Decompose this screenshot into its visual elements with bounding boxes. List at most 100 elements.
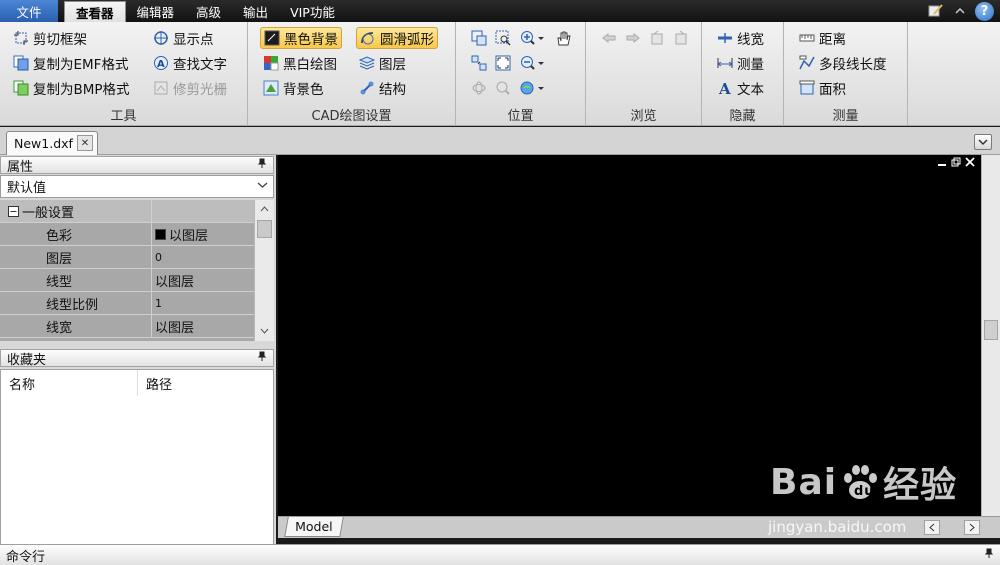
menu-tab-vip[interactable]: VIP功能 <box>279 0 346 22</box>
menu-tab-editor[interactable]: 编辑器 <box>126 0 186 22</box>
area-button[interactable]: 面积 <box>796 77 849 99</box>
scroll-up-icon[interactable] <box>257 202 272 216</box>
copy-bmp-button[interactable]: 复制为BMP格式 <box>10 77 133 99</box>
property-row[interactable]: 线型比例 1 <box>0 291 254 315</box>
property-value-cell: 以图层 <box>152 225 254 244</box>
svg-text:A: A <box>718 80 731 96</box>
zoom-in-icon[interactable] <box>520 29 546 47</box>
baidu-logo-text: Bai <box>770 461 838 503</box>
property-row[interactable]: 图层 0 <box>0 245 254 269</box>
clip-frame-button[interactable]: 剪切框架 <box>10 27 90 49</box>
property-category-label: 一般设置 <box>22 205 75 221</box>
tab-model-label: Model <box>295 519 333 534</box>
left-panel: 属性 默认值 一般设置 色彩 以图层 图层 0 线型 以图层 线型比例 1 线宽… <box>0 155 276 545</box>
properties-preset-select[interactable]: 默认值 <box>0 175 274 198</box>
structure-button[interactable]: 结构 <box>356 77 409 99</box>
line-weight-label: 线宽 <box>737 32 764 48</box>
zoom-extents-icon[interactable] <box>470 54 488 72</box>
help-icon[interactable]: ? <box>975 1 994 21</box>
property-row[interactable]: 线宽 以图层 <box>0 314 254 338</box>
crop-icon <box>13 30 29 46</box>
text-toggle-button[interactable]: A 文本 <box>714 77 767 99</box>
distance-button[interactable]: 距离 <box>796 27 849 49</box>
command-line-header[interactable]: 命令行 <box>0 544 1000 565</box>
find-text-button[interactable]: A 查找文字 <box>150 52 230 74</box>
baidu-jingyan-watermark: Bai du 经验 jingyan.baidu.com <box>768 456 998 546</box>
minimize-icon[interactable] <box>937 157 947 170</box>
canvas-window-controls <box>937 157 975 170</box>
background-color-button[interactable]: 背景色 <box>260 77 327 99</box>
clip-frame-label: 剪切框架 <box>33 32 87 48</box>
layers-button[interactable]: 图层 <box>356 52 409 74</box>
svg-text:A: A <box>157 59 165 70</box>
monochrome-icon <box>263 55 279 71</box>
document-tab[interactable]: New1.dxf ✕ <box>6 131 98 155</box>
property-row[interactable]: 色彩 以图层 <box>0 222 254 246</box>
column-header-path[interactable]: 路径 <box>138 370 172 396</box>
smooth-arc-button[interactable]: 圆滑弧形 <box>356 27 438 49</box>
copy-emf-button[interactable]: 复制为EMF格式 <box>10 52 131 74</box>
menu-tab-file[interactable]: 文件 <box>0 0 58 22</box>
scrollbar-thumb[interactable] <box>984 320 998 340</box>
polyline-length-label: 多段线长度 <box>819 57 887 73</box>
property-key: 线宽 <box>0 314 152 338</box>
view-options-icon[interactable] <box>520 79 546 97</box>
show-points-button[interactable]: 显示点 <box>150 27 217 49</box>
black-background-button[interactable]: 黑色背景 <box>260 27 342 49</box>
restore-icon[interactable] <box>951 157 961 170</box>
back-arrow-icon <box>600 29 618 47</box>
monochrome-label: 黑白绘图 <box>283 57 337 73</box>
pin-icon[interactable] <box>984 548 994 561</box>
scroll-down-icon[interactable] <box>257 324 272 338</box>
property-value: 0 <box>155 250 162 264</box>
column-header-name[interactable]: 名称 <box>1 370 138 396</box>
command-line-title: 命令行 <box>6 549 46 565</box>
rotate-left-icon <box>648 29 666 47</box>
customize-icon[interactable] <box>927 2 945 20</box>
polyline-length-icon <box>799 55 815 71</box>
black-background-label: 黑色背景 <box>284 32 338 48</box>
scrollbar-thumb[interactable] <box>257 220 272 238</box>
collapse-icon[interactable] <box>8 205 19 217</box>
measure-toggle-button[interactable]: 测量 <box>714 52 767 74</box>
ribbon-group-cad-settings: 黑色背景 黑白绘图 背景色 圆滑弧形 图层 结构 CAD绘图设置 <box>248 22 456 126</box>
zoom-rect-icon[interactable] <box>494 29 512 47</box>
polyline-length-button[interactable]: 多段线长度 <box>796 52 890 74</box>
menu-bar: 文件 查看器 编辑器 高级 输出 VIP功能 ? <box>0 0 1000 23</box>
fit-page-icon[interactable] <box>494 54 512 72</box>
svg-text:du: du <box>854 484 875 499</box>
pin-icon[interactable] <box>257 158 267 171</box>
ribbon: 剪切框架 复制为EMF格式 复制为BMP格式 显示点 A 查找文字 修剪光栅 工… <box>0 22 1000 126</box>
rotate-right-icon <box>672 29 690 47</box>
menu-tab-viewer[interactable]: 查看器 <box>64 1 126 23</box>
close-icon[interactable]: ✕ <box>77 135 93 151</box>
property-key: 图层 <box>0 245 152 269</box>
menu-tab-advanced[interactable]: 高级 <box>185 0 232 22</box>
pin-icon[interactable] <box>257 351 267 364</box>
ribbon-group-browse: 浏览 <box>586 22 702 126</box>
property-category-row[interactable]: 一般设置 <box>0 200 254 223</box>
pan-hand-icon[interactable] <box>554 29 572 47</box>
property-grid-scrollbar[interactable] <box>254 200 274 341</box>
zoom-out-icon[interactable] <box>520 54 546 72</box>
text-toggle-label: 文本 <box>737 82 764 98</box>
properties-preset-value: 默认值 <box>7 181 47 196</box>
zoom-window-icon[interactable] <box>470 29 488 47</box>
property-value: 1 <box>155 296 162 310</box>
favorites-list[interactable]: 名称 路径 <box>0 369 274 545</box>
property-category-cell: 一般设置 <box>0 200 152 223</box>
close-icon[interactable] <box>965 157 975 170</box>
tab-list-chevron-down-icon[interactable] <box>974 134 992 150</box>
properties-panel-header: 属性 <box>0 156 274 175</box>
tab-model[interactable]: Model <box>284 517 344 537</box>
minimize-ribbon-icon[interactable] <box>951 2 969 20</box>
menu-tab-output[interactable]: 输出 <box>232 0 279 22</box>
monochrome-button[interactable]: 黑白绘图 <box>260 52 340 74</box>
favorites-panel-title: 收藏夹 <box>7 352 47 368</box>
zoom-previous-icon <box>494 79 512 97</box>
line-weight-button[interactable]: 线宽 <box>714 27 767 49</box>
property-row[interactable]: 线型 以图层 <box>0 268 254 292</box>
color-swatch-icon <box>155 228 166 240</box>
show-points-label: 显示点 <box>173 32 214 48</box>
window-controls: ? <box>927 0 1000 22</box>
